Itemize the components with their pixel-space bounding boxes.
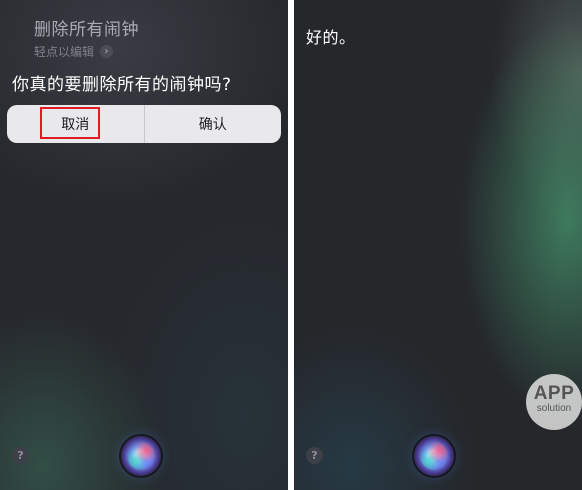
tap-to-edit-label: 轻点以编辑 <box>34 45 95 59</box>
siri-orb-icon[interactable] <box>121 436 161 476</box>
app-solution-watermark: APP solution <box>526 374 582 430</box>
siri-orb-icon[interactable] <box>414 436 454 476</box>
siri-question: 你真的要删除所有的闹钟吗? <box>12 75 232 95</box>
screenshot-composite: 删除所有闹钟 轻点以编辑 › 你真的要删除所有的闹钟吗? 取消 确认 ? 好的。… <box>0 0 582 490</box>
confirm-button[interactable]: 确认 <box>145 105 282 143</box>
tap-to-edit-hint[interactable]: 轻点以编辑 › <box>34 43 114 60</box>
watermark-bottom-text: solution <box>536 403 572 414</box>
siri-screen-response: 好的。 ? APP solution <box>294 0 582 490</box>
siri-response: 好的。 <box>306 28 356 47</box>
chevron-right-icon: › <box>100 45 114 58</box>
user-utterance[interactable]: 删除所有闹钟 <box>34 15 139 40</box>
watermark-top-text: APP <box>533 383 575 404</box>
cancel-highlight-box <box>40 107 100 139</box>
help-icon[interactable]: ? <box>306 447 323 464</box>
siri-screen-confirm: 删除所有闹钟 轻点以编辑 › 你真的要删除所有的闹钟吗? 取消 确认 ? <box>0 0 288 490</box>
help-icon[interactable]: ? <box>12 447 29 464</box>
